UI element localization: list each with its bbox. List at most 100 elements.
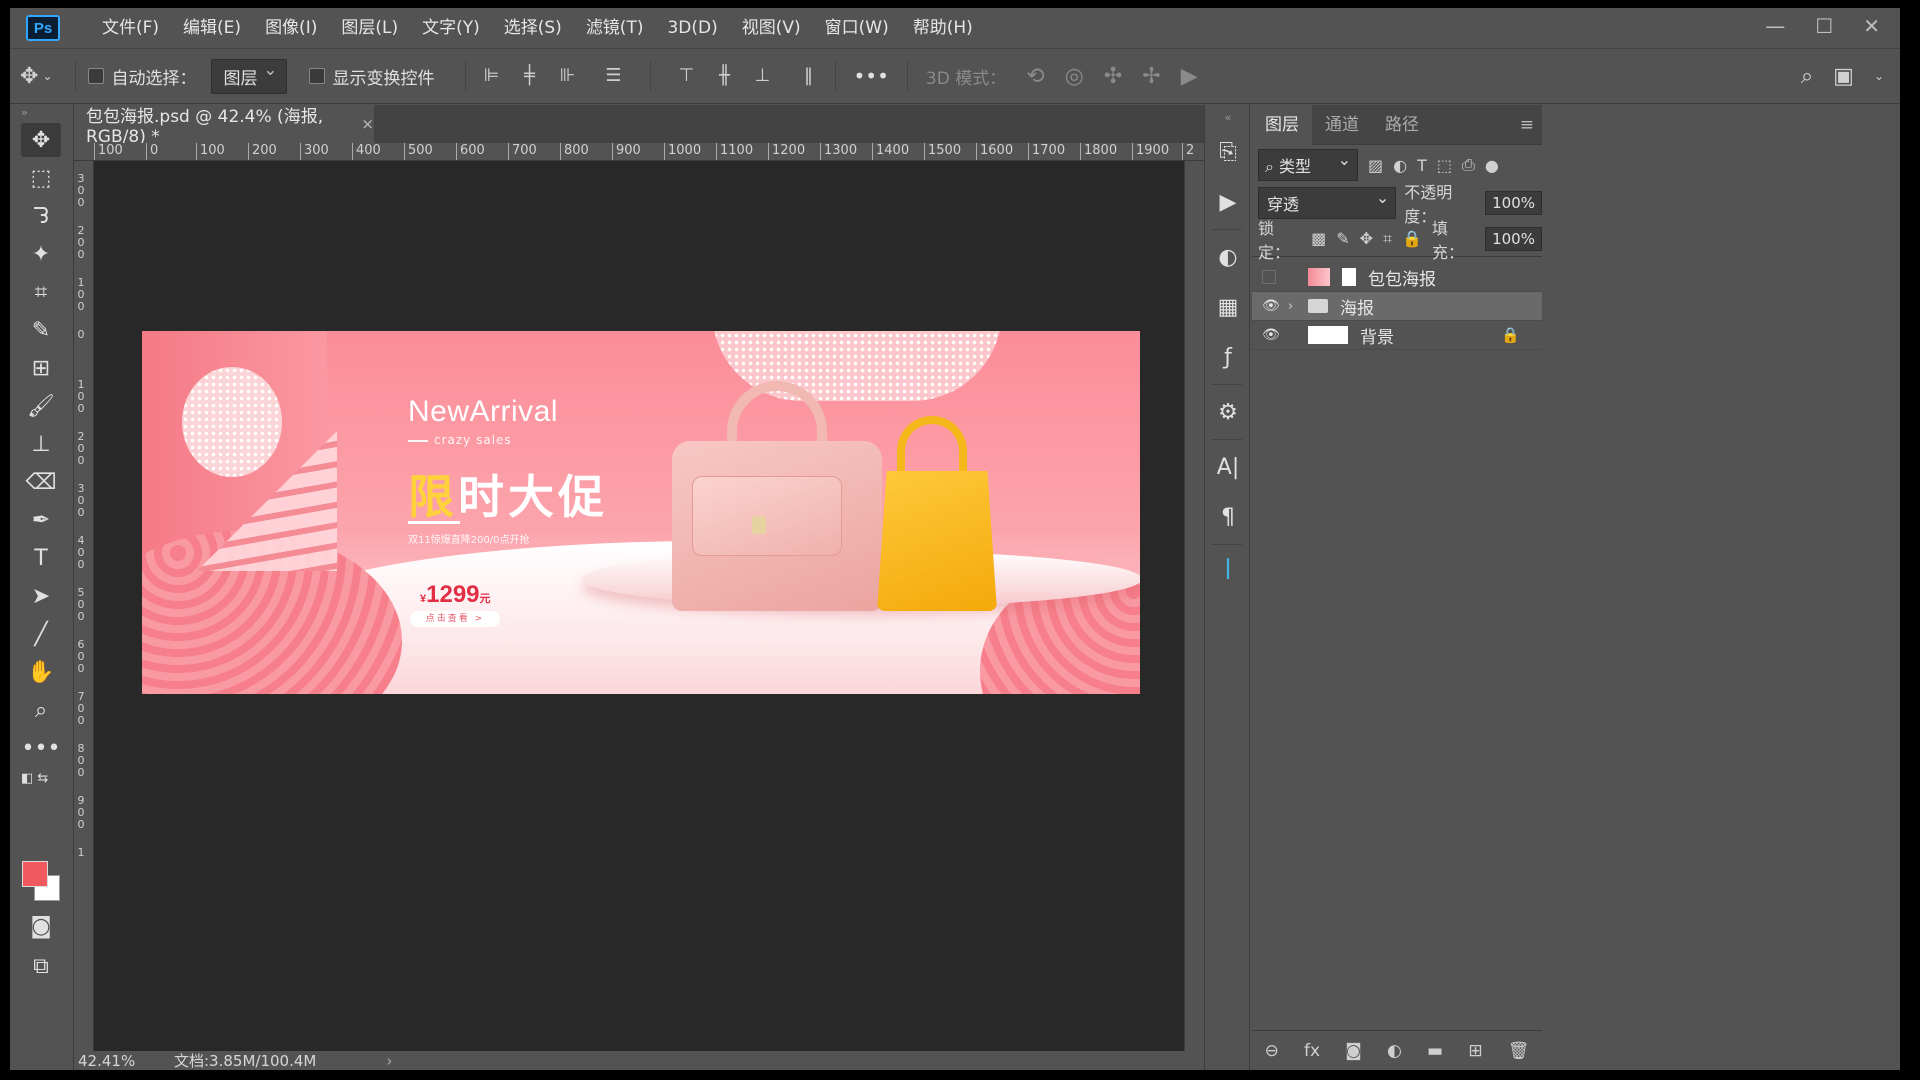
line-tool-icon[interactable]: ╱: [21, 617, 61, 651]
search-icon[interactable]: ⌕: [1801, 64, 1813, 89]
status-menu-arrow[interactable]: ›: [386, 1052, 392, 1070]
auto-select-target-dropdown[interactable]: 图层: [210, 58, 287, 94]
close-window-button[interactable]: ✕: [1863, 14, 1880, 38]
new-group-icon[interactable]: ▬: [1427, 1041, 1443, 1061]
eye-icon[interactable]: 👁: [1262, 327, 1284, 343]
maximize-button[interactable]: ☐: [1815, 14, 1833, 38]
vertical-ruler[interactable]: 300 200 100 0 100 200 300 400 500 600 70…: [74, 161, 94, 1061]
lock-artboard-icon[interactable]: ⌗: [1383, 229, 1392, 249]
workspace-icon[interactable]: ▣: [1833, 64, 1854, 89]
panel-menu-icon[interactable]: ≡: [1520, 115, 1534, 135]
paragraph-panel-icon[interactable]: ¶: [1205, 494, 1251, 540]
move-tool-preset-icon[interactable]: ✥: [20, 64, 38, 89]
filter-pixel-icon[interactable]: ▨: [1368, 156, 1383, 175]
zoom-level[interactable]: 42.41%: [74, 1052, 135, 1070]
align-top-icon[interactable]: ⊤: [673, 61, 701, 89]
adjustments-panel-icon[interactable]: ◐: [1205, 234, 1251, 280]
vertical-scrollbar[interactable]: [1184, 161, 1204, 1051]
magic-wand-tool-icon[interactable]: ✦: [21, 237, 61, 271]
menu-edit[interactable]: 编辑(E): [171, 8, 253, 48]
history-panel-icon[interactable]: ⎘: [1205, 129, 1251, 175]
menu-select[interactable]: 选择(S): [492, 8, 574, 48]
filter-adjustment-icon[interactable]: ◐: [1393, 156, 1407, 175]
character-panel-icon[interactable]: A|: [1205, 444, 1251, 490]
layer-row[interactable]: 👁 › 海报: [1252, 292, 1542, 321]
layer-name[interactable]: 包包海报: [1368, 265, 1436, 290]
lasso-tool-icon[interactable]: ᘊ: [21, 199, 61, 233]
stamp-tool-icon[interactable]: ⊥: [21, 427, 61, 461]
auto-select-checkbox[interactable]: [87, 68, 104, 84]
swatches-panel-icon[interactable]: ▦: [1205, 284, 1251, 330]
layer-name[interactable]: 背景: [1360, 323, 1394, 348]
menu-image[interactable]: 图像(I): [253, 8, 329, 48]
align-left-icon[interactable]: ⊫: [478, 61, 506, 89]
eyedropper-tool-icon[interactable]: ✎: [21, 313, 61, 347]
actions-panel-icon[interactable]: ▶: [1205, 179, 1251, 225]
collapse-tools-icon[interactable]: »: [21, 105, 61, 119]
horizontal-ruler[interactable]: 100 0 100 200 300 400 500 600 700 800 90…: [74, 143, 1204, 161]
lock-all-icon[interactable]: 🔒: [1402, 229, 1422, 248]
adjustment-layer-icon[interactable]: ◐: [1387, 1041, 1402, 1061]
brush-tool-icon[interactable]: 🖌: [21, 389, 61, 423]
blend-mode-dropdown[interactable]: 穿透: [1258, 187, 1397, 219]
type-tool-icon[interactable]: T: [21, 541, 61, 575]
screen-mode-icon[interactable]: ⧉: [21, 949, 61, 983]
edit-toolbar-icon[interactable]: •••: [21, 731, 61, 765]
roll-3d-icon[interactable]: ◎: [1065, 64, 1084, 89]
poster-image[interactable]: NewArrival crazy sales 限时大促 双11惊爆直降200/0…: [142, 331, 1140, 694]
pan-3d-icon[interactable]: ✣: [1104, 64, 1122, 89]
distribute-vertical-icon[interactable]: ‖: [795, 61, 823, 89]
tab-layers[interactable]: 图层: [1252, 104, 1312, 145]
filter-toggle-icon[interactable]: ●: [1485, 156, 1499, 175]
layer-row[interactable]: 👁 背景 🔒: [1252, 321, 1542, 350]
minimize-button[interactable]: —: [1765, 14, 1785, 38]
menu-window[interactable]: 窗口(W): [813, 8, 901, 48]
menu-3d[interactable]: 3D(D): [655, 8, 729, 48]
document-tab[interactable]: 包包海报.psd @ 42.4% (海报, RGB/8) * ×: [74, 105, 374, 147]
eye-icon[interactable]: 👁: [1262, 298, 1284, 314]
marquee-tool-icon[interactable]: ⬚: [21, 161, 61, 195]
plugin-panel-icon[interactable]: ꟾ: [1205, 549, 1251, 595]
foreground-color-swatch[interactable]: [22, 861, 48, 887]
layer-filter-dropdown[interactable]: ⌕ 类型: [1258, 149, 1358, 181]
move-tool-icon[interactable]: ✥: [21, 123, 61, 157]
menu-help[interactable]: 帮助(H): [901, 8, 985, 48]
layer-name[interactable]: 海报: [1340, 294, 1374, 319]
crop-tool-icon[interactable]: ⌗: [21, 275, 61, 309]
fill-input[interactable]: 100%: [1485, 226, 1542, 251]
new-layer-icon[interactable]: ⊞: [1468, 1041, 1482, 1061]
layer-style-icon[interactable]: fx: [1304, 1041, 1320, 1061]
link-layers-icon[interactable]: ⊖: [1265, 1041, 1279, 1061]
canvas-area[interactable]: NewArrival crazy sales 限时大促 双11惊爆直降200/0…: [94, 161, 1204, 1059]
path-selection-tool-icon[interactable]: ➤: [21, 579, 61, 613]
align-bottom-icon[interactable]: ⊥: [749, 61, 777, 89]
tab-channels[interactable]: 通道: [1312, 105, 1372, 145]
menu-file[interactable]: 文件(F): [90, 8, 171, 48]
opacity-input[interactable]: 100%: [1485, 191, 1542, 215]
filter-smart-object-icon[interactable]: ⎙: [1462, 155, 1475, 175]
lock-transparent-icon[interactable]: ▩: [1311, 229, 1326, 248]
menu-view[interactable]: 视图(V): [730, 8, 813, 48]
lock-position-icon[interactable]: ✥: [1360, 229, 1373, 248]
hand-tool-icon[interactable]: ✋: [21, 655, 61, 689]
layer-row[interactable]: 包包海报: [1252, 263, 1542, 292]
healing-brush-tool-icon[interactable]: ⊞: [21, 351, 61, 385]
quick-mask-icon[interactable]: ◙: [21, 909, 61, 943]
align-hcenter-icon[interactable]: ╪: [516, 61, 544, 89]
styles-panel-icon[interactable]: ƒ: [1205, 334, 1251, 380]
properties-panel-icon[interactable]: ⚙: [1205, 389, 1251, 435]
align-right-icon[interactable]: ⊪: [554, 61, 582, 89]
more-options-button[interactable]: •••: [854, 64, 889, 88]
eraser-tool-icon[interactable]: ⌫: [21, 465, 61, 499]
menu-type[interactable]: 文字(Y): [410, 8, 492, 48]
camera-3d-icon[interactable]: ▶: [1181, 64, 1198, 89]
orbit-3d-icon[interactable]: ⟲: [1026, 64, 1044, 89]
collapse-panels-icon[interactable]: «: [1205, 109, 1251, 125]
add-mask-icon[interactable]: ◙: [1345, 1041, 1362, 1061]
close-tab-icon[interactable]: ×: [361, 115, 374, 133]
slide-3d-icon[interactable]: ✢: [1142, 64, 1160, 89]
chevron-right-icon[interactable]: ›: [1288, 299, 1302, 314]
lock-image-icon[interactable]: ✎: [1336, 229, 1349, 248]
filter-shape-icon[interactable]: ⬚: [1437, 156, 1452, 175]
delete-layer-icon[interactable]: 🗑: [1508, 1041, 1530, 1061]
